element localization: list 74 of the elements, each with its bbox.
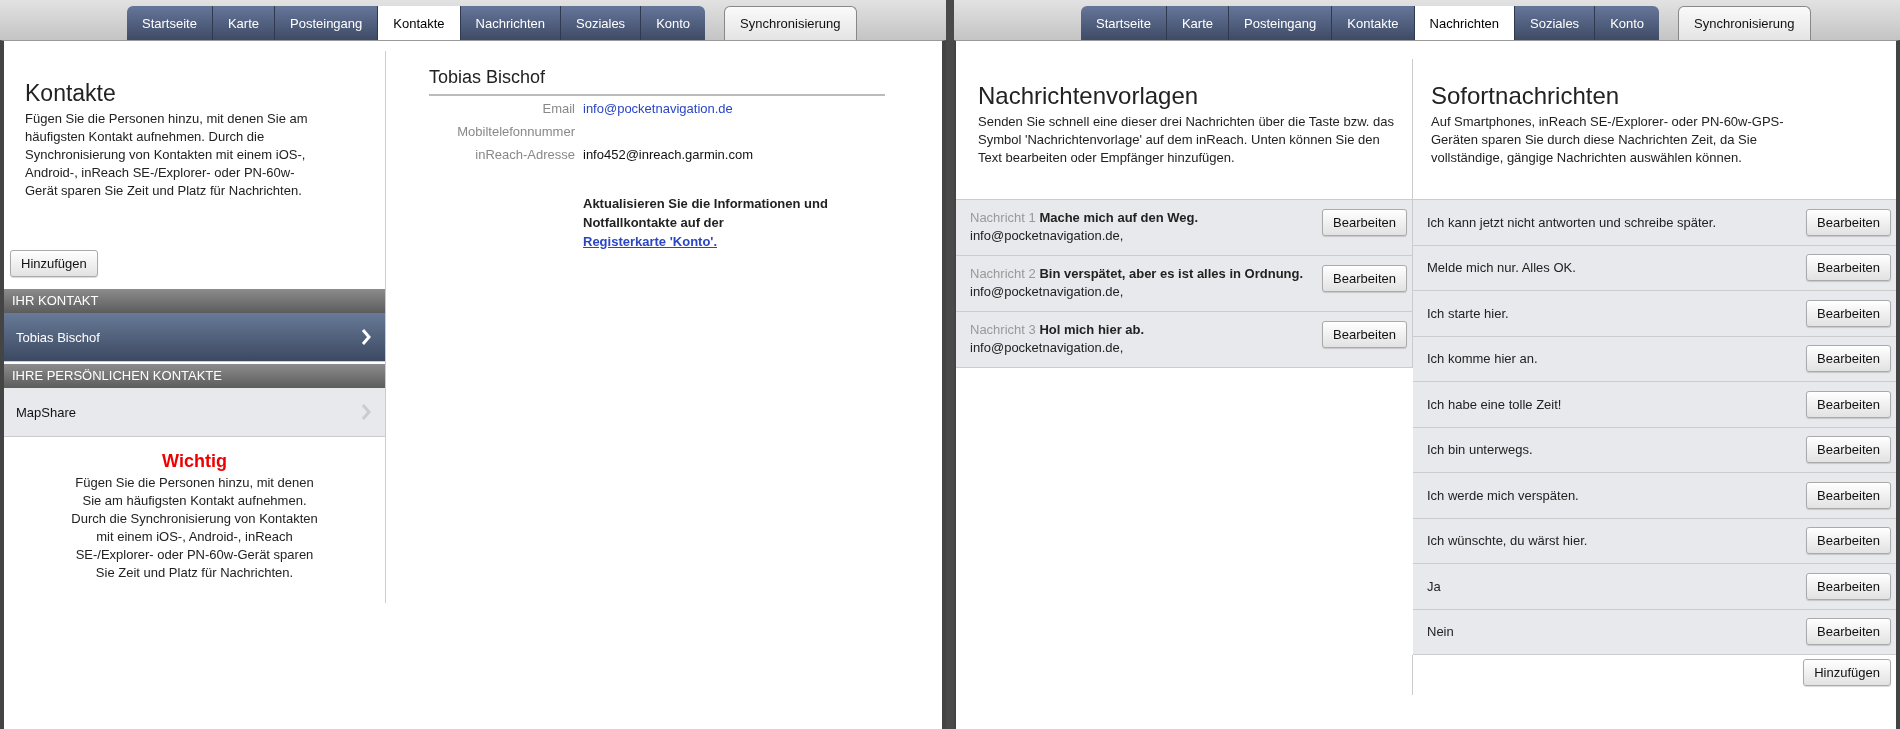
quick-message-text: Ich habe eine tolle Zeit! [1427, 396, 1562, 412]
page-heading: Kontakte [25, 79, 117, 108]
edit-button[interactable]: Bearbeiten [1806, 481, 1891, 509]
edit-button[interactable]: Bearbeiten [1806, 390, 1891, 418]
recipient-text: info@pocketnavigation.de, [970, 227, 1125, 245]
account-tab-link[interactable]: Registerkarte 'Konto'. [583, 234, 718, 249]
contact-item[interactable]: MapShare [4, 388, 385, 437]
field-label: inReach-Adresse [474, 146, 575, 164]
nav-tab[interactable]: Kontakte [1332, 6, 1415, 40]
quick-message-text: Ich werde mich verspäten. [1427, 487, 1579, 503]
nav-tab[interactable]: Soziales [1515, 6, 1596, 40]
section-header: IHRE PERSÖNLICHEN KONTAKTE [4, 364, 385, 388]
quick-message-text: Ich bin unterwegs. [1427, 442, 1533, 458]
email-link[interactable]: info@pocketnavigation.de [583, 99, 733, 118]
quick-message-text: Ja [1427, 578, 1441, 594]
edit-button[interactable]: Bearbeiten [1322, 265, 1407, 292]
contact-name: MapShare [16, 404, 76, 420]
template-message: Bin verspätet, aber es ist alles in Ordnung. [1039, 266, 1304, 281]
edit-button[interactable]: Bearbeiten [1806, 618, 1891, 646]
edit-button[interactable]: Bearbeiten [1322, 321, 1407, 348]
quick-message-text: Nein [1427, 624, 1454, 640]
quick-message-text: Ich kann jetzt nicht antworten und schreibe später. [1427, 214, 1717, 230]
description-text: Auf Smartphones, inReach SE-/Explorer- oder PN-60w-GPS-Geräten sparen Sie durch diese Nachrichten Zeit, da Sie vollständige, gängige Nachrichten auswählen können. [1431, 113, 1785, 167]
edit-button[interactable]: Bearbeiten [1322, 209, 1407, 236]
nav-tab[interactable]: Posteingang [1229, 6, 1333, 40]
section-heading: Nachrichtenvorlagen [978, 81, 1200, 111]
description-text: Senden Sie schnell eine dieser drei Nachrichten über die Taste bzw. das Symbol 'Nachrichtenvorlage' auf dem inReach. Unten können Sie den Text bearbeiten oder Empfänger hinzufügen. [978, 113, 1395, 167]
contact-item[interactable]: Tobias Bischof [4, 313, 385, 362]
notice-text: Fügen Sie die Personen hinzu, mit denen Sie am häufigsten Kontakt aufnehmen. Durch die Synchronisierung von Kontakten mit einem iOS-, Android-, inReach SE-/Explorer- oder PN-60w-Gerät sparen Sie Zeit und Platz für Nachrichten. [70, 474, 319, 582]
nav-tab[interactable]: Karte [212, 6, 275, 40]
template-label: Nachricht 2 [970, 266, 1036, 281]
nav-tab[interactable]: Kontakte [378, 6, 461, 40]
nav-tab[interactable]: Konto [641, 6, 706, 40]
nav-tab[interactable]: Karte [1166, 6, 1229, 40]
contact-title: Tobias Bischof [429, 67, 885, 96]
add-button[interactable]: Hinzufügen [10, 250, 98, 277]
edit-button[interactable]: Bearbeiten [1806, 572, 1891, 600]
add-button[interactable]: Hinzufügen [1803, 659, 1891, 686]
nav-tab[interactable]: Nachrichten [460, 6, 561, 40]
nav-tab[interactable]: Startseite [1081, 6, 1167, 40]
sync-tab[interactable]: Synchronisierung [724, 6, 857, 40]
quick-message-text: Ich wünschte, du wärst hier. [1427, 533, 1588, 549]
edit-button[interactable]: Bearbeiten [1806, 345, 1891, 373]
nav-tab[interactable]: Startseite [127, 6, 213, 40]
template-message: Hol mich hier ab. [1039, 322, 1145, 337]
sync-tab[interactable]: Synchronisierung [1678, 6, 1811, 40]
template-label: Nachricht 1 [970, 210, 1036, 225]
nav-tab[interactable]: Posteingang [275, 6, 379, 40]
recipient-text: info@pocketnavigation.de, [970, 339, 1125, 357]
edit-button[interactable]: Bearbeiten [1806, 299, 1891, 327]
update-note: Aktualisieren Sie die Informationen und Notfallkontakte auf der Registerkarte 'Konto'. [583, 195, 829, 251]
contact-name: Tobias Bischof [16, 329, 100, 345]
field-value: info452@inreach.garmin.com [583, 146, 753, 164]
field-label: Email [541, 100, 575, 118]
quick-message-text: Ich starte hier. [1427, 305, 1509, 321]
section-header: IHR KONTAKT [4, 289, 385, 313]
quick-message-text: Ich komme hier an. [1427, 351, 1538, 367]
template-label: Nachricht 3 [970, 322, 1036, 337]
nav-tab[interactable]: Konto [1595, 6, 1660, 40]
recipient-text: info@pocketnavigation.de, [970, 283, 1125, 301]
edit-button[interactable]: Bearbeiten [1806, 254, 1891, 282]
edit-button[interactable]: Bearbeiten [1806, 208, 1891, 236]
quick-message-text: Melde mich nur. Alles OK. [1427, 260, 1576, 276]
section-heading: Sofortnachrichten [1431, 81, 1621, 111]
nav-tab[interactable]: Nachrichten [1414, 6, 1515, 40]
chevron-icon [361, 329, 371, 345]
template-message: Mache mich auf den Weg. [1039, 210, 1199, 225]
chevron-icon [361, 404, 371, 420]
nav-tab[interactable]: Soziales [561, 6, 642, 40]
edit-button[interactable]: Bearbeiten [1806, 436, 1891, 464]
edit-button[interactable]: Bearbeiten [1806, 527, 1891, 555]
description-text: Fügen Sie die Personen hinzu, mit denen Sie am häufigsten Kontakt aufnehmen. Durch die Synchronisierung von Kontakten mit einem iOS-, Android-, inReach SE-/Explorer- oder PN-60w-Gerät sparen Sie Zeit und Platz für Nachrichten. [25, 110, 309, 200]
field-label: Mobiltelefonnummer [456, 123, 575, 141]
notice-title: Wichtig [161, 451, 228, 472]
